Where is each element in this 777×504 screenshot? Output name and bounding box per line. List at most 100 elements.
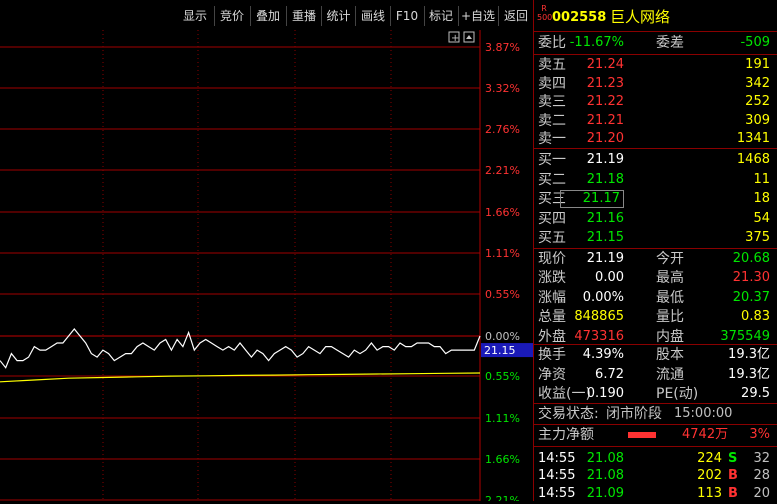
toolbar-button[interactable]: F10 [390, 6, 423, 26]
quote-value: 0.00 [595, 270, 624, 286]
axis-tick-label: 3.87% [485, 41, 520, 54]
ask-price: 21.22 [586, 94, 624, 110]
quote-label: 外盘 [538, 328, 566, 345]
axis-tick-label: 1.66% [485, 453, 520, 466]
trade-status-label: 交易状态: [538, 406, 599, 422]
toolbar-button[interactable]: 画线 [355, 6, 390, 26]
wb-label: 委比 [538, 35, 566, 51]
ask-row: 卖一 21.20 1341 [534, 129, 777, 149]
ask-row: 卖四 21.23 342 [534, 74, 777, 94]
stock-header: R 500 002558 巨人网络 [534, 4, 777, 30]
toolbar-button[interactable]: 显示 [178, 6, 212, 26]
bid-price: 21.19 [586, 152, 624, 167]
ask-row: 卖二 21.21 309 [534, 111, 777, 131]
quote-label: 总量 [538, 309, 566, 326]
axis-tick-label: 2.21% [485, 164, 520, 177]
stats-row: 换手 4.39% 股本 19.3亿 [534, 345, 777, 365]
wc-label: 委差 [656, 35, 684, 51]
main-net-pct: 3% [749, 427, 770, 442]
main-net-bar [628, 432, 656, 438]
bid-volume: 1468 [736, 152, 770, 167]
quote-label-2: 今开 [656, 251, 684, 267]
bid-row: 买三 21.17 18 [534, 189, 777, 209]
stats-value-2: 19.3亿 [728, 347, 770, 362]
stats-label: 净资 [538, 366, 566, 383]
quote-label: 现价 [538, 251, 566, 267]
quote-value: 848865 [574, 309, 624, 325]
axis-tick-label: 0.55% [485, 288, 520, 301]
expand-icon-glyph: + [451, 33, 459, 44]
bid-volume: 11 [753, 171, 770, 187]
bid-label: 买二 [538, 171, 566, 188]
ask-volume: 191 [745, 57, 770, 72]
stats-value: 4.39% [582, 347, 624, 362]
quote-value-2: 20.68 [732, 251, 770, 266]
ask-label: 卖三 [538, 94, 566, 111]
price-line [0, 328, 481, 369]
quote-value-2: 21.30 [732, 270, 770, 286]
stats-label: 换手 [538, 347, 566, 363]
quote-row: 现价 21.19 今开 20.68 [534, 249, 777, 269]
main-net-label: 主力净额 [538, 427, 594, 443]
quote-value-2: 375549 [720, 328, 770, 344]
trade-status-row: 交易状态: 闭市阶段 15:00:00 [534, 404, 777, 424]
ask-row: 卖三 21.22 252 [534, 92, 777, 112]
bid-price: 21.18 [586, 171, 624, 187]
stats-value: 0.190 [586, 386, 624, 402]
toolbar-button[interactable]: 竞价 [214, 6, 249, 26]
quote-row: 涨跌 0.00 最高 21.30 [534, 268, 777, 288]
intraday-chart[interactable]: +3.87% 3.32% 2.76% 2.21% 1.66% 1.11% 0.55% 0.00… [0, 30, 533, 501]
bid-row: 买四 21.16 54 [534, 209, 777, 229]
toolbar-button[interactable]: 统计 [321, 6, 355, 26]
main-net-value: 4742万 [682, 427, 729, 442]
quote-label: 涨跌 [538, 270, 566, 287]
quote-row: 涨幅 0.00% 最低 20.37 [534, 288, 777, 308]
bid-volume: 54 [753, 210, 770, 226]
toolbar-button[interactable]: 标记 [424, 6, 457, 26]
stats-value: 6.72 [595, 366, 624, 382]
quote-row: 外盘 473316 内盘 375549 [534, 327, 777, 347]
axis-tick-label: 0.00% [485, 330, 520, 343]
quote-label-2: 最低 [656, 289, 684, 306]
axis-tick-label: 3.32% [485, 82, 520, 95]
axis-tick-label: 2.21% [485, 494, 520, 501]
toolbar-button[interactable]: +自选 [458, 6, 497, 26]
settings-icon-glyph [466, 35, 472, 39]
stats-value-2: 29.5 [741, 386, 770, 402]
ask-label: 卖一 [538, 131, 566, 148]
stats-value-2: 19.3亿 [728, 366, 770, 382]
quote-value-2: 20.37 [732, 289, 770, 305]
bid-volume: 18 [753, 191, 770, 207]
stats-label-2: 股本 [656, 347, 684, 363]
axis-tick-label: 1.11% [485, 412, 520, 425]
ask-price: 21.24 [586, 57, 624, 72]
bid-row: 买五 21.15 375 [534, 228, 777, 248]
quote-value-2: 0.83 [741, 309, 770, 325]
toolbar-button[interactable]: 重播 [286, 6, 321, 26]
stats-row: 净资 6.72 流通 19.3亿 [534, 365, 777, 385]
ask-volume: 309 [745, 112, 770, 128]
order-ratio-row: 委比 -11.67% 委差 -509 [534, 33, 777, 53]
toolbar-button[interactable]: 返回 [498, 6, 533, 26]
ask-volume: 342 [745, 75, 770, 91]
ask-label: 卖四 [538, 75, 566, 92]
logo-r: R [541, 4, 547, 13]
logo-num: 500 [537, 13, 553, 22]
ask-label: 卖五 [538, 57, 566, 73]
main-net-row: 主力净额 4742万 3% [534, 425, 777, 445]
stats-label-2: PE(动) [656, 386, 699, 403]
ask-volume: 1341 [736, 131, 770, 147]
stock-name: 巨人网络 [610, 8, 671, 26]
average-line [0, 372, 481, 383]
quote-row: 总量 848865 量比 0.83 [534, 307, 777, 327]
quote-panel: R 500 002558 巨人网络 委比 -11.67% 委差 -509 交易状… [533, 0, 777, 501]
axis-tick-label: 1.11% [485, 247, 520, 260]
quote-label: 涨幅 [538, 289, 566, 306]
ask-row: 卖五 21.24 191 [534, 55, 777, 75]
quote-value: 21.19 [586, 251, 624, 266]
bid-row: 买一 21.19 1468 [534, 150, 777, 170]
toolbar-button[interactable]: 叠加 [250, 6, 285, 26]
bid-price: 21.15 [586, 230, 624, 246]
bid-price: 21.17 [559, 190, 624, 209]
ask-label: 卖二 [538, 112, 566, 129]
